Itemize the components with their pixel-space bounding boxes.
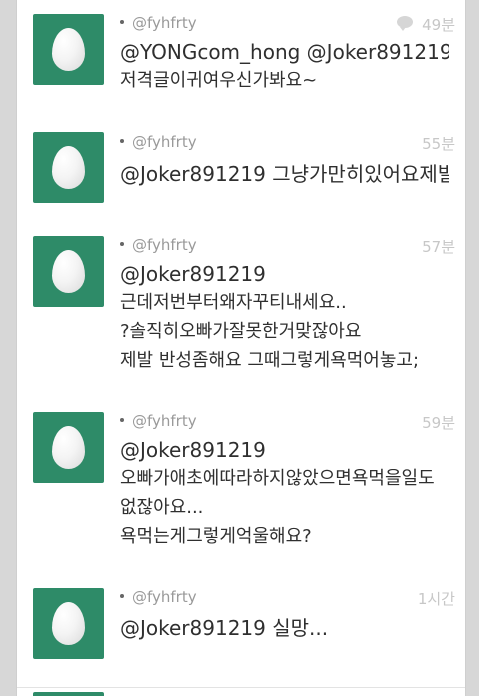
dot-icon: [120, 418, 124, 422]
avatar[interactable]: [33, 132, 104, 203]
timestamp: 1시간: [417, 590, 455, 608]
dot-icon: [120, 242, 124, 246]
right-rail: [466, 0, 479, 696]
egg-icon: [52, 602, 85, 645]
tweet-meta: @fyhfrty 59분: [120, 412, 455, 432]
tweet-meta: @fyhfrty 49분: [120, 14, 455, 34]
egg-icon: [52, 146, 85, 189]
timestamp: 49분: [422, 16, 455, 34]
tweet-item[interactable]: @fyhfrty 59분 @Joker891219 오빠가애초에따라하지않았으면…: [17, 392, 465, 569]
dot-icon: [120, 139, 124, 143]
avatar[interactable]: [33, 412, 104, 483]
tweet-line: 근데저번부터왜자꾸티내세요..: [120, 292, 347, 313]
egg-icon: [52, 250, 85, 293]
dot-icon: [120, 594, 124, 598]
avatar[interactable]: [33, 236, 104, 307]
tweet-line: @Joker891219: [120, 262, 266, 286]
tweet-meta: @fyhfrty 55분: [120, 133, 455, 153]
egg-icon: [52, 426, 85, 469]
left-rail: [0, 0, 16, 696]
tweet-line: 욕먹는게그렇게억울해요?: [120, 526, 312, 547]
user-handle[interactable]: @fyhfrty: [132, 412, 197, 430]
tweet-body: @Joker891219 그냥가만히있어요제발: [120, 160, 449, 188]
timeline: @fyhfrty 49분 @YONGcom_hong @Joker891219 …: [0, 0, 479, 696]
tweet-line: ?솔직히오빠가잘못한거맞잖아요: [120, 321, 362, 342]
user-handle[interactable]: @fyhfrty: [132, 14, 197, 32]
tweet-body: @Joker891219 실망...: [120, 614, 449, 642]
tweet-body: @YONGcom_hong @Joker891219 저격글이귀여우신가봐요~: [120, 38, 449, 95]
avatar[interactable]: [33, 692, 104, 696]
tweet-line: 제발 반성좀해요 그때그렇게욕먹어놓고;: [120, 350, 420, 371]
user-handle[interactable]: @fyhfrty: [132, 236, 197, 254]
tweet-line: @Joker891219 그냥가만히있어요제발: [120, 162, 449, 186]
timestamp: 59분: [422, 414, 455, 432]
avatar[interactable]: [33, 14, 104, 85]
tweet-line: 저격글이귀여우신가봐요~: [120, 70, 318, 91]
tweet-item[interactable]: @fyhfrty 1시간 @Joker891219 실망...: [17, 568, 465, 688]
tweet-item-partial[interactable]: [17, 687, 465, 696]
tweet-item[interactable]: @fyhfrty 55분 @Joker891219 그냥가만히있어요제발: [17, 114, 465, 217]
tweet-item[interactable]: @fyhfrty 49분 @YONGcom_hong @Joker891219 …: [17, 0, 465, 115]
timestamp: 57분: [422, 238, 455, 256]
tweet-line: @Joker891219: [120, 438, 266, 462]
user-handle[interactable]: @fyhfrty: [132, 588, 197, 606]
timestamp: 55분: [422, 135, 455, 153]
tweet-meta: @fyhfrty 57분: [120, 236, 455, 256]
tweet-body: @Joker891219 오빠가애초에따라하지않았으면욕먹을일도 없잖아요...…: [120, 436, 449, 551]
tweet-body: @Joker891219 근데저번부터왜자꾸티내세요.. ?솔직히오빠가잘못한거…: [120, 260, 449, 375]
tweet-item[interactable]: @fyhfrty 57분 @Joker891219 근데저번부터왜자꾸티내세요.…: [17, 216, 465, 393]
egg-icon: [52, 28, 85, 71]
tweet-meta: @fyhfrty 1시간: [120, 588, 455, 608]
tweet-list[interactable]: @fyhfrty 49분 @YONGcom_hong @Joker891219 …: [16, 0, 466, 696]
tweet-line: 없잖아요...: [120, 497, 204, 518]
tweet-line: @Joker891219 실망...: [120, 616, 329, 640]
speech-bubble-icon: [397, 16, 413, 31]
dot-icon: [120, 20, 124, 24]
avatar[interactable]: [33, 588, 104, 659]
user-handle[interactable]: @fyhfrty: [132, 133, 197, 151]
tweet-line: @YONGcom_hong @Joker891219: [120, 40, 449, 64]
tweet-line: 오빠가애초에따라하지않았으면욕먹을일도: [120, 468, 435, 489]
